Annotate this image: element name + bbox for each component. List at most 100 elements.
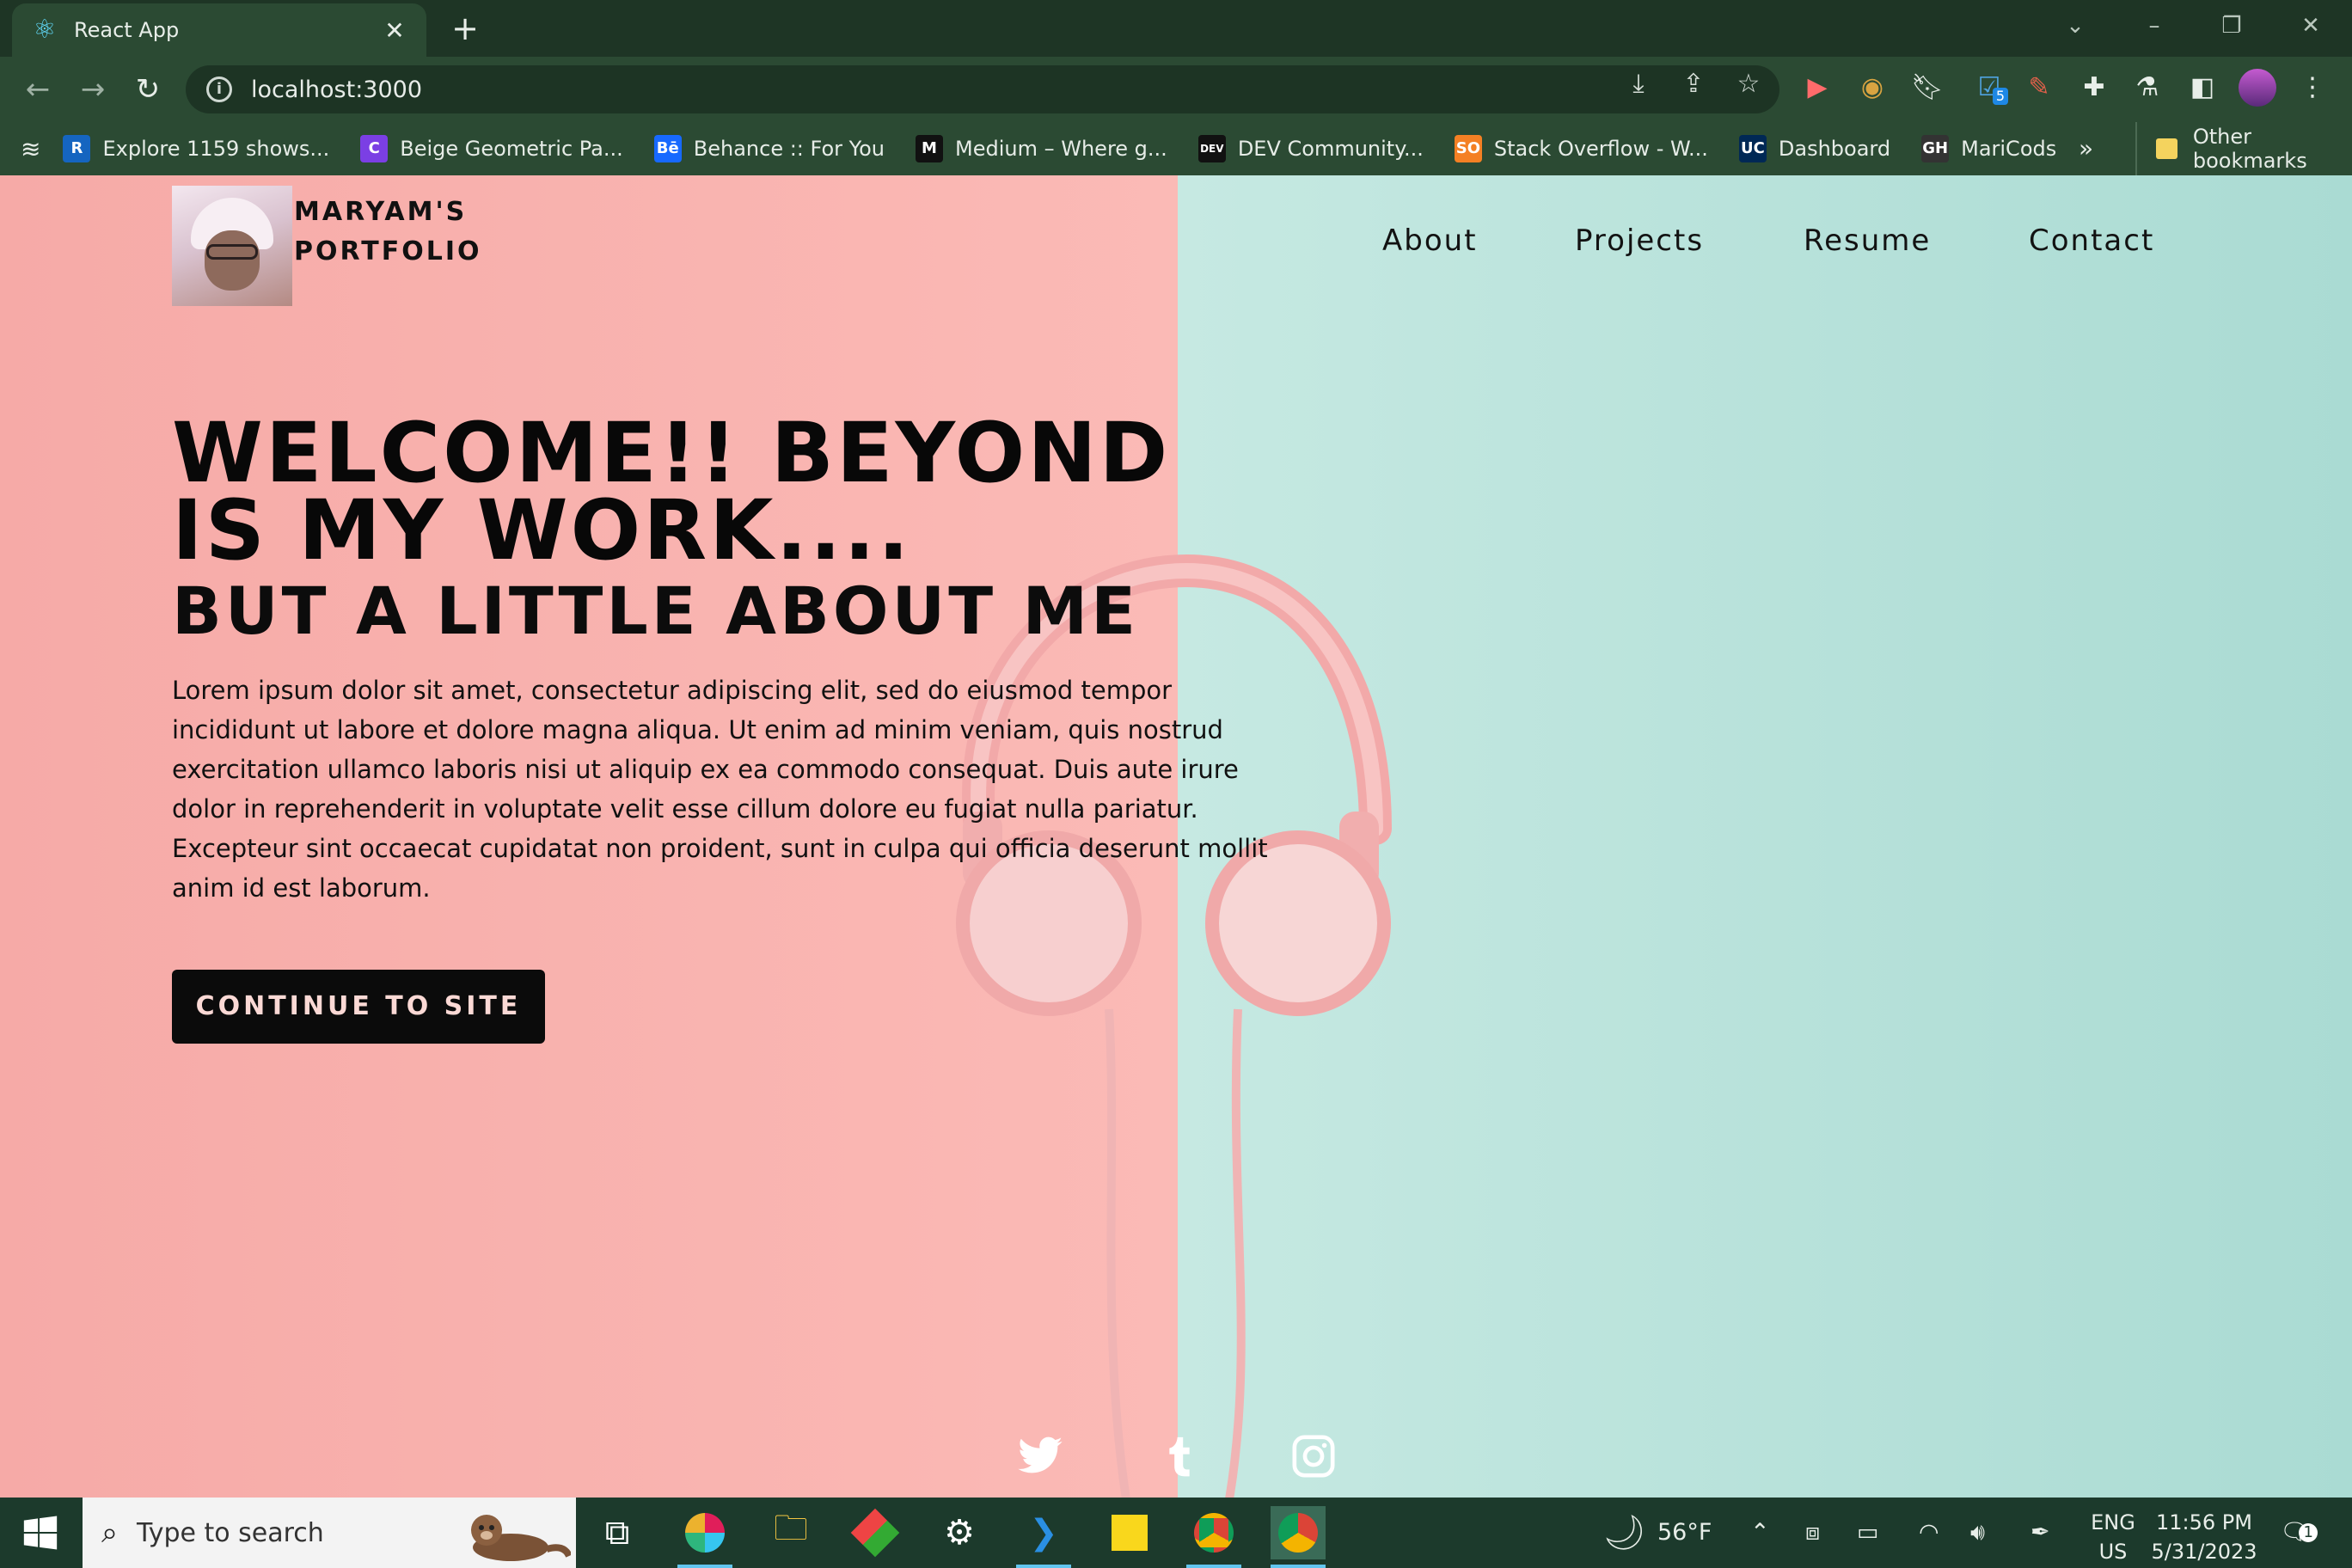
bookmark-label: Stack Overflow - W... bbox=[1493, 137, 1708, 161]
forward-button[interactable]: → bbox=[72, 69, 113, 110]
bookmark-extension-icon[interactable]: 🔖︎ bbox=[1908, 69, 1946, 107]
hero-subheadline: BUT A LITTLE ABOUT ME bbox=[172, 573, 1140, 649]
bookmark-item[interactable]: GH MariCods bbox=[1921, 135, 2056, 162]
ucdavis-icon: UC bbox=[1738, 135, 1767, 162]
address-bar[interactable]: i localhost:3000 bbox=[186, 65, 1779, 113]
tab-react-app[interactable]: ⚛ React App ✕ bbox=[12, 3, 426, 57]
bookmark-label: Explore 1159 shows... bbox=[102, 137, 330, 161]
windows-taskbar: ⌕ Type to search ⧉ 🗀 ⚙ ❯ 🌙︎ 56°F ⌃ ⧈ ▭ ◠… bbox=[0, 1498, 2352, 1568]
tab-strip: ⚛ React App ✕ + ⌄ – ❐ ✕ bbox=[0, 0, 2352, 57]
task-view-icon[interactable]: ⧉ bbox=[590, 1506, 645, 1559]
show-hidden-icons-icon[interactable]: ⌃ bbox=[1750, 1498, 1770, 1568]
windows-start-icon[interactable] bbox=[21, 1513, 60, 1553]
other-bookmarks[interactable]: Other bookmarks bbox=[2135, 122, 2352, 175]
behance-icon: Bē bbox=[653, 135, 682, 162]
bookmark-label: Beige Geometric Pa... bbox=[400, 137, 623, 161]
pen-workspace-icon[interactable]: ✒ bbox=[2030, 1498, 2050, 1568]
canva-icon: C bbox=[360, 135, 389, 162]
sticky-notes-icon[interactable] bbox=[1102, 1506, 1157, 1559]
brand-line-1: MARYAM'S bbox=[294, 197, 468, 227]
tab-search-icon[interactable]: ⌄ bbox=[2055, 9, 2096, 43]
notifications-icon[interactable]: 🗨︎ 1 bbox=[2280, 1498, 2318, 1568]
chrome-dev-app-icon[interactable] bbox=[1271, 1506, 1326, 1568]
clock-time: 11:56 PM bbox=[2156, 1510, 2252, 1534]
brand-logo[interactable]: MARYAM'S PORTFOLIO bbox=[172, 186, 500, 306]
dev-icon: DEV bbox=[1197, 135, 1226, 162]
clock-date: 5/31/2023 bbox=[2151, 1540, 2257, 1564]
nav-projects[interactable]: Projects bbox=[1575, 224, 1704, 258]
bookmark-item[interactable]: C Beige Geometric Pa... bbox=[360, 135, 623, 162]
apps-icon[interactable]: ≋ bbox=[21, 135, 40, 163]
hero-section: WELCOME!! BEYOND IS MY WORK.... BUT A LI… bbox=[172, 405, 1289, 908]
volume-icon[interactable]: 🔊︎ bbox=[1970, 1498, 1985, 1568]
search-icon: ⌕ bbox=[101, 1516, 119, 1550]
folder-icon bbox=[2156, 138, 2177, 159]
reelgood-icon: R bbox=[63, 135, 91, 162]
install-app-icon[interactable]: ⤓ bbox=[1620, 65, 1657, 103]
region-code: US bbox=[2098, 1540, 2128, 1564]
profile-photo bbox=[172, 186, 292, 306]
bookmark-item[interactable]: SO Stack Overflow - W... bbox=[1454, 135, 1708, 162]
stackoverflow-icon: SO bbox=[1454, 135, 1482, 162]
slack-app-icon[interactable] bbox=[677, 1506, 732, 1568]
close-window-button[interactable]: ✕ bbox=[2290, 9, 2331, 43]
site-info-icon[interactable]: i bbox=[206, 77, 232, 102]
medium-icon: M bbox=[916, 135, 944, 162]
bookmark-item[interactable]: M Medium – Where g... bbox=[916, 135, 1167, 162]
continue-to-site-button[interactable]: CONTINUE TO SITE bbox=[172, 970, 545, 1044]
wifi-icon[interactable]: ◠ bbox=[1919, 1498, 1939, 1568]
bookmark-star-icon[interactable]: ☆ bbox=[1730, 65, 1767, 103]
close-tab-icon[interactable]: ✕ bbox=[382, 16, 407, 45]
side-panel-icon[interactable]: ◧ bbox=[2184, 69, 2221, 107]
nav-contact[interactable]: Contact bbox=[2029, 224, 2154, 258]
react-icon: ⚛ bbox=[33, 15, 57, 45]
input-language[interactable]: ENG US bbox=[2089, 1508, 2137, 1566]
twitter-icon[interactable] bbox=[1016, 1432, 1064, 1480]
restore-button[interactable]: ❐ bbox=[2211, 9, 2252, 43]
extensions-puzzle-icon[interactable]: ✚ bbox=[2075, 69, 2113, 107]
taskbar-search-input[interactable]: ⌕ Type to search bbox=[83, 1498, 576, 1568]
labs-flask-icon[interactable]: ⚗ bbox=[2128, 69, 2166, 107]
tumblr-icon[interactable] bbox=[1155, 1432, 1204, 1480]
reload-button[interactable]: ↻ bbox=[127, 69, 168, 110]
battery-icon[interactable]: ▭ bbox=[1857, 1498, 1879, 1568]
bookmark-label: MariCods bbox=[1961, 137, 2057, 161]
nav-resume[interactable]: Resume bbox=[1804, 224, 1931, 258]
new-tab-button[interactable]: + bbox=[447, 10, 483, 46]
vscode-app-icon[interactable]: ❯ bbox=[1016, 1506, 1071, 1568]
weather-moon-icon[interactable]: 🌙︎ bbox=[1602, 1498, 1646, 1568]
task-extension-icon[interactable]: ☑ 5 bbox=[1970, 69, 2008, 107]
screencast-extension-icon[interactable]: ▶ bbox=[1798, 69, 1836, 107]
tab-title: React App bbox=[74, 18, 180, 42]
sourcetree-app-icon[interactable] bbox=[848, 1506, 903, 1559]
other-bookmarks-label: Other bookmarks bbox=[2192, 125, 2307, 173]
search-placeholder: Type to search bbox=[137, 1517, 324, 1548]
extension-icon[interactable]: ◉ bbox=[1853, 69, 1891, 107]
bookmarks-overflow-button[interactable]: » bbox=[2079, 122, 2093, 175]
notification-count: 1 bbox=[2299, 1523, 2318, 1542]
weather-temperature[interactable]: 56°F bbox=[1657, 1498, 1712, 1568]
page-viewport: MARYAM'S PORTFOLIO About Projects Resume… bbox=[0, 175, 2352, 1498]
nav-about[interactable]: About bbox=[1382, 224, 1478, 258]
system-clock[interactable]: 11:56 PM 5/31/2023 bbox=[2144, 1508, 2264, 1566]
bookmark-item[interactable]: R Explore 1159 shows... bbox=[63, 135, 329, 162]
chrome-app-icon[interactable] bbox=[1186, 1506, 1241, 1568]
menu-icon[interactable]: ⋮ bbox=[2294, 69, 2331, 107]
bookmark-item[interactable]: Bē Behance :: For You bbox=[653, 135, 885, 162]
brand-name: MARYAM'S PORTFOLIO bbox=[294, 193, 500, 306]
back-button[interactable]: ← bbox=[17, 69, 58, 110]
bookmarks-bar: ≋ R Explore 1159 shows... C Beige Geometric… bbox=[0, 122, 2352, 175]
profile-avatar[interactable] bbox=[2239, 69, 2276, 107]
file-explorer-icon[interactable]: 🗀 bbox=[763, 1506, 818, 1559]
settings-gear-icon[interactable]: ⚙ bbox=[932, 1506, 987, 1559]
color-picker-icon[interactable]: ✎ bbox=[2020, 69, 2058, 107]
bookmark-item[interactable]: UC Dashboard bbox=[1738, 135, 1890, 162]
hero-headline: WELCOME!! BEYOND IS MY WORK.... bbox=[172, 405, 1171, 579]
language-code: ENG bbox=[2091, 1510, 2135, 1534]
minimize-button[interactable]: – bbox=[2134, 9, 2175, 43]
meet-now-icon[interactable]: ⧈ bbox=[1805, 1498, 1820, 1568]
bookmark-item[interactable]: DEV DEV Community... bbox=[1197, 135, 1424, 162]
browser-chrome: ⚛ React App ✕ + ⌄ – ❐ ✕ ← → ↻ i localhos… bbox=[0, 0, 2352, 175]
instagram-icon[interactable] bbox=[1289, 1432, 1338, 1480]
share-icon[interactable]: ⇪ bbox=[1675, 65, 1712, 103]
